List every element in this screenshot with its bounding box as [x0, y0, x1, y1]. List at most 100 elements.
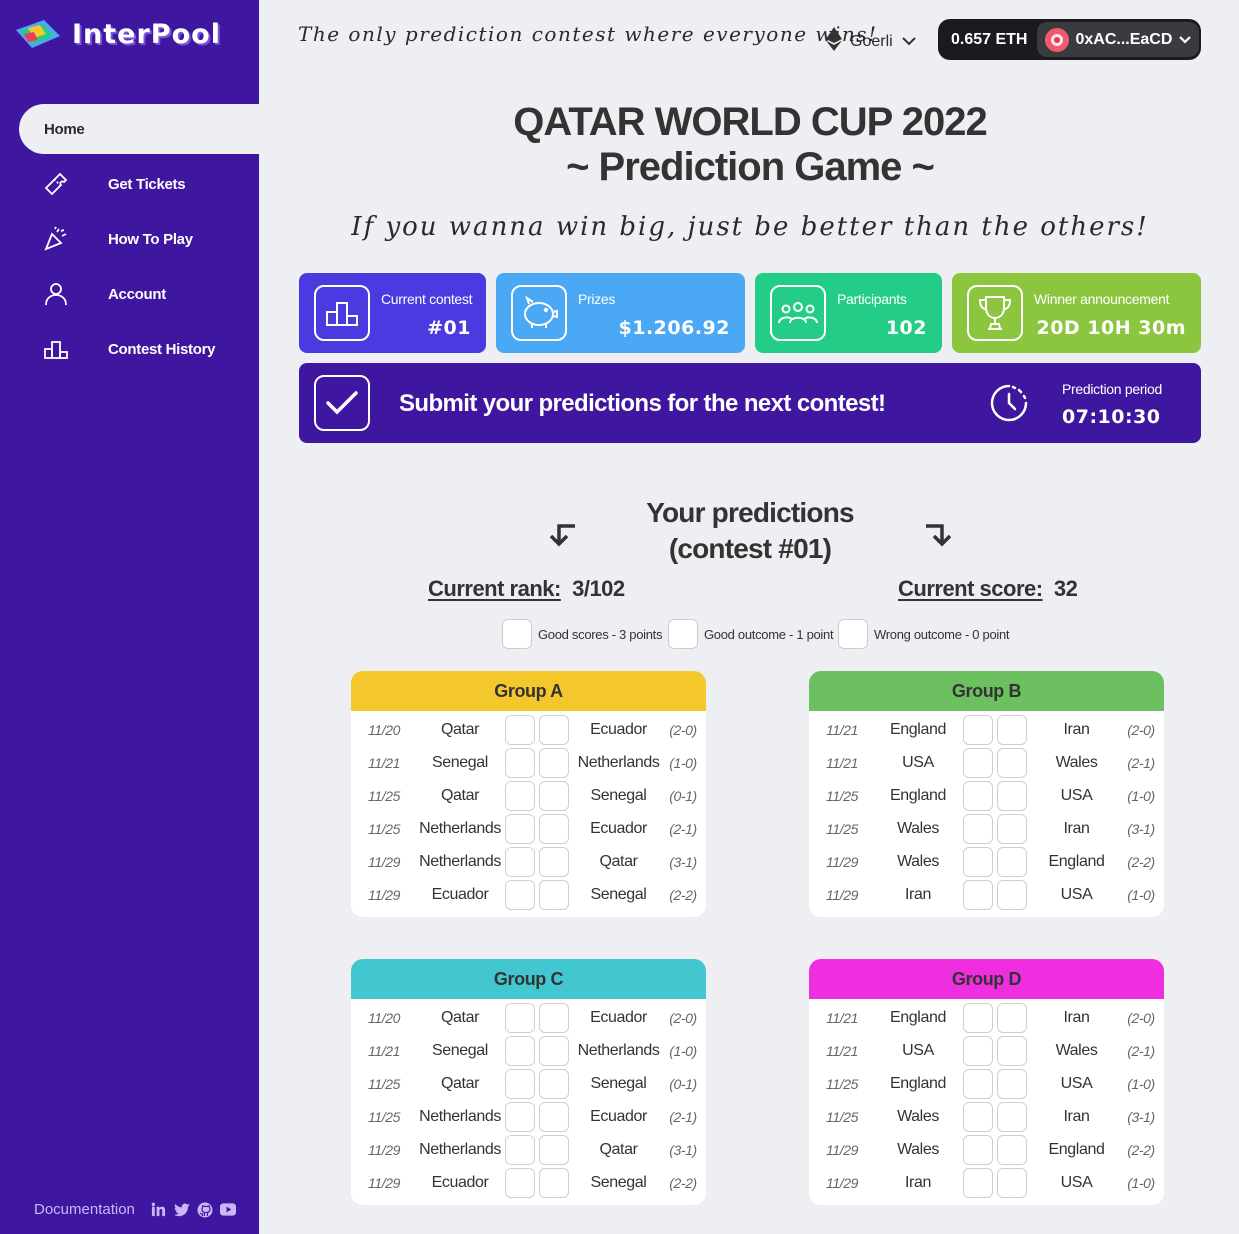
timer-icon [989, 383, 1029, 423]
home-team: Ecuador [431, 1173, 489, 1191]
home-score-input[interactable] [505, 813, 535, 844]
wallet-widget[interactable]: 0.657 ETH 0xAC...EaCD [938, 19, 1201, 60]
away-team: Ecuador [590, 1008, 647, 1026]
home-score-input[interactable] [963, 879, 993, 910]
home-score-input[interactable] [505, 714, 535, 745]
home-score-input[interactable] [963, 1035, 993, 1066]
match-row: 11/25 Netherlands Ecuador (2-1) [351, 1100, 706, 1133]
home-score-input[interactable] [505, 780, 535, 811]
home-score-input[interactable] [505, 1002, 535, 1033]
match-row: 11/29 Iran USA (1-0) [809, 1166, 1164, 1199]
github-icon[interactable] [197, 1202, 213, 1218]
legend-swatch [668, 619, 698, 649]
linkedin-icon[interactable] [151, 1202, 167, 1218]
youtube-icon[interactable] [219, 1202, 236, 1218]
away-score-input[interactable] [539, 1068, 569, 1099]
away-team: Iran [1063, 1107, 1090, 1125]
away-score-input[interactable] [539, 1167, 569, 1198]
home-score-input[interactable] [963, 846, 993, 877]
nav-item-how-to-play[interactable]: How To Play [0, 214, 259, 264]
away-score-input[interactable] [997, 1002, 1027, 1033]
match-date: 11/21 [826, 754, 858, 771]
away-team: Wales [1055, 753, 1098, 771]
title-line-2: ~ Prediction Game ~ [566, 145, 935, 189]
away-score-input[interactable] [539, 1002, 569, 1033]
home-score-input[interactable] [963, 1068, 993, 1099]
home-score-input[interactable] [505, 879, 535, 910]
submit-banner[interactable]: Submit your predictions for the next con… [299, 363, 1201, 443]
nav-item-label: Contest History [108, 340, 216, 358]
home-score-input[interactable] [963, 1134, 993, 1165]
home-score-input[interactable] [963, 1101, 993, 1132]
documentation-link[interactable]: Documentation [34, 1201, 135, 1218]
away-score-input[interactable] [539, 813, 569, 844]
nav-item-contest-history[interactable]: Contest History [0, 324, 259, 374]
away-score-input[interactable] [539, 714, 569, 745]
home-team: Netherlands [419, 1107, 501, 1125]
twitter-icon[interactable] [173, 1202, 190, 1218]
away-score-input[interactable] [997, 714, 1027, 745]
away-score-input[interactable] [997, 780, 1027, 811]
participants-value: 102 [885, 317, 927, 339]
nav-item-account[interactable]: Account [0, 269, 259, 319]
match-result: (2-1) [1127, 1042, 1155, 1059]
legend-good-score: Good scores - 3 points [502, 619, 662, 649]
logo[interactable]: InterPool [14, 16, 221, 52]
away-score-input[interactable] [997, 1134, 1027, 1165]
away-team: Netherlands [577, 753, 660, 771]
away-score-input[interactable] [997, 813, 1027, 844]
away-score-input[interactable] [539, 747, 569, 778]
away-score-input[interactable] [997, 1167, 1027, 1198]
current-rank-label: Current rank: [428, 576, 561, 601]
away-team: Iran [1063, 1008, 1090, 1026]
away-team: Senegal [590, 786, 647, 804]
away-score-input[interactable] [539, 1134, 569, 1165]
match-row: 11/21 Senegal Netherlands (1-0) [351, 1034, 706, 1067]
away-score-input[interactable] [539, 1101, 569, 1132]
home-score-input[interactable] [963, 1167, 993, 1198]
home-score-input[interactable] [963, 714, 993, 745]
away-score-input[interactable] [997, 846, 1027, 877]
away-team: Qatar [599, 1140, 638, 1158]
away-score-input[interactable] [997, 1035, 1027, 1066]
match-result: (2-0) [1127, 721, 1155, 738]
home-score-input[interactable] [963, 813, 993, 844]
away-score-input[interactable] [539, 846, 569, 877]
group-card: Group C 11/20 Qatar Ecuador (2-0) 11/21 Senega… [351, 959, 706, 1205]
home-score-input[interactable] [505, 747, 535, 778]
home-score-input[interactable] [963, 747, 993, 778]
legend-swatch [838, 619, 868, 649]
away-team: USA [1060, 1173, 1093, 1191]
home-score-input[interactable] [505, 846, 535, 877]
match-list: 11/21 England Iran (2-0) 11/21 USA Wales (2-1) 1… [809, 711, 1164, 917]
home-score-input[interactable] [505, 1101, 535, 1132]
home-team: USA [902, 1041, 934, 1059]
away-score-input[interactable] [997, 747, 1027, 778]
submit-message: Submit your predictions for the next con… [399, 390, 886, 417]
home-score-input[interactable] [505, 1167, 535, 1198]
match-result: (2-0) [669, 721, 697, 738]
away-score-input[interactable] [997, 879, 1027, 910]
match-row: 11/25 Wales Iran (3-1) [809, 812, 1164, 845]
match-result: (0-1) [669, 787, 697, 804]
participants-card: Participants 102 [755, 273, 942, 353]
account-button[interactable]: 0xAC...EaCD [1037, 22, 1199, 57]
network-selector[interactable]: Goerli [826, 27, 917, 56]
away-score-input[interactable] [539, 780, 569, 811]
nav-item-get-tickets[interactable]: Get Tickets [0, 159, 259, 209]
legend-label: Good outcome - 1 point [704, 626, 834, 642]
away-score-input[interactable] [539, 1035, 569, 1066]
away-score-input[interactable] [997, 1068, 1027, 1099]
home-score-input[interactable] [505, 1068, 535, 1099]
prizes-card: Prizes $1.206.92 [496, 273, 745, 353]
away-score-input[interactable] [997, 1101, 1027, 1132]
nav-item-home[interactable]: Home [19, 104, 259, 154]
away-score-input[interactable] [539, 879, 569, 910]
away-team: England [1048, 852, 1105, 870]
home-score-input[interactable] [505, 1134, 535, 1165]
home-score-input[interactable] [963, 780, 993, 811]
predictions-title-line-2: (contest #01) [668, 533, 832, 564]
home-score-input[interactable] [963, 1002, 993, 1033]
home-score-input[interactable] [505, 1035, 535, 1066]
match-date: 11/25 [368, 820, 400, 837]
